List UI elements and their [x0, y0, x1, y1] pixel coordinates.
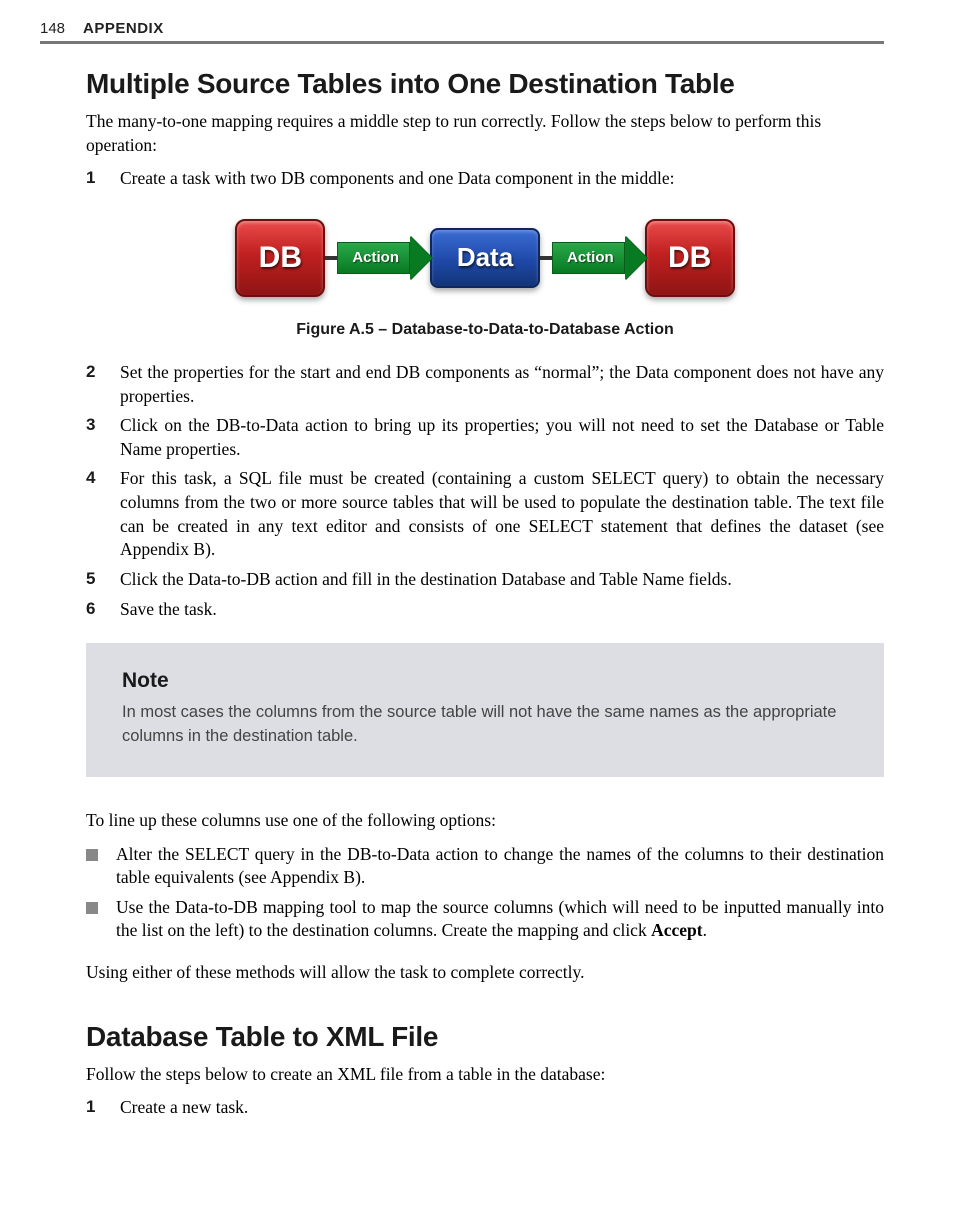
note-title: Note [122, 669, 848, 693]
db-block-left: DB [235, 219, 325, 297]
closing-paragraph: Using either of these methods will allow… [86, 961, 884, 985]
figure-a5: DB Action Data Action DB Figure A.5 – Da… [86, 209, 884, 339]
action-arrow-1: Action [337, 236, 432, 280]
action-label: Action [337, 242, 410, 274]
step-item: 3 Click on the DB-to-Data action to brin… [86, 414, 884, 461]
step-text: Create a new task. [120, 1096, 884, 1120]
intro-paragraph-2: Follow the steps below to create an XML … [86, 1063, 884, 1087]
option-text: Use the Data-to-DB mapping tool to map t… [116, 896, 884, 943]
step-item: 5 Click the Data-to-DB action and fill i… [86, 568, 884, 592]
step-number: 6 [86, 598, 102, 622]
heading-multiple-source: Multiple Source Tables into One Destinat… [86, 68, 884, 100]
page-section-label: APPENDIX [83, 20, 164, 37]
step-number: 5 [86, 568, 102, 592]
option-text-pre: Use the Data-to-DB mapping tool to map t… [116, 897, 884, 941]
action-label: Action [552, 242, 625, 274]
page-number: 148 [40, 20, 65, 37]
step-number: 1 [86, 167, 102, 191]
list-item: Use the Data-to-DB mapping tool to map t… [86, 896, 884, 943]
step-text: Set the properties for the start and end… [120, 361, 884, 408]
step-text: Click the Data-to-DB action and fill in … [120, 568, 884, 592]
step-item: 2 Set the properties for the start and e… [86, 361, 884, 408]
step-text: For this task, a SQL file must be create… [120, 467, 884, 562]
list-item: Alter the SELECT query in the DB-to-Data… [86, 843, 884, 890]
step-item: 1 Create a task with two DB components a… [86, 167, 884, 191]
arrow-head-icon [410, 236, 432, 280]
page-header: 148 APPENDIX [40, 20, 884, 44]
step-text: Create a task with two DB components and… [120, 167, 884, 191]
step-number: 2 [86, 361, 102, 408]
figure-caption: Figure A.5 – Database-to-Data-to-Databas… [86, 321, 884, 339]
page-content: Multiple Source Tables into One Destinat… [40, 68, 884, 1120]
step-text: Save the task. [120, 598, 884, 622]
step-number: 3 [86, 414, 102, 461]
data-block: Data [430, 228, 540, 288]
step-number: 1 [86, 1096, 102, 1120]
steps-list-2: 2 Set the properties for the start and e… [86, 361, 884, 621]
accept-bold: Accept [651, 920, 703, 940]
option-text-post: . [703, 920, 707, 940]
step-item: 4 For this task, a SQL file must be crea… [86, 467, 884, 562]
step-item: 1 Create a new task. [86, 1096, 884, 1120]
note-box: Note In most cases the columns from the … [86, 643, 884, 777]
square-bullet-icon [86, 849, 98, 861]
note-body: In most cases the columns from the sourc… [122, 701, 848, 749]
options-list: Alter the SELECT query in the DB-to-Data… [86, 843, 884, 944]
db-block-right: DB [645, 219, 735, 297]
intro-paragraph: The many-to-one mapping requires a middl… [86, 110, 884, 157]
square-bullet-icon [86, 902, 98, 914]
arrow-head-icon [625, 236, 647, 280]
action-arrow-2: Action [552, 236, 647, 280]
step-number: 4 [86, 467, 102, 562]
options-intro: To line up these columns use one of the … [86, 809, 884, 833]
steps-list-3: 1 Create a new task. [86, 1096, 884, 1120]
step-item: 6 Save the task. [86, 598, 884, 622]
steps-list-1: 1 Create a task with two DB components a… [86, 167, 884, 191]
step-text: Click on the DB-to-Data action to bring … [120, 414, 884, 461]
option-text: Alter the SELECT query in the DB-to-Data… [116, 843, 884, 890]
heading-db-to-xml: Database Table to XML File [86, 1021, 884, 1053]
diagram-db-data-db: DB Action Data Action DB [229, 209, 740, 307]
